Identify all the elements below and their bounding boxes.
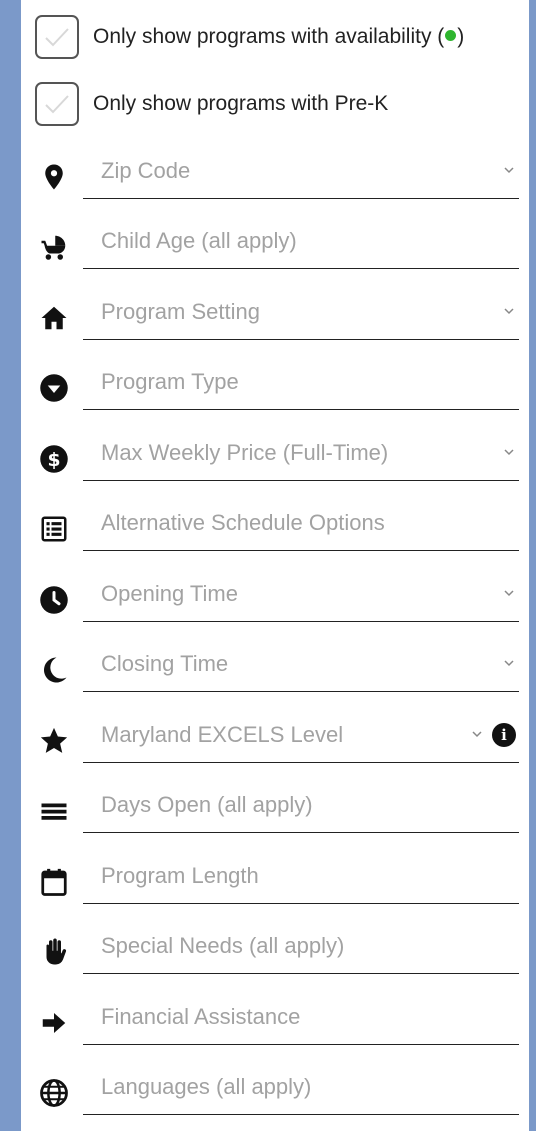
availability-dot-icon bbox=[445, 30, 457, 41]
zip-code-field[interactable]: Zip Code bbox=[21, 142, 529, 212]
field-label: Program Setting bbox=[101, 299, 260, 324]
languages-multiselect[interactable]: Languages (all apply) bbox=[83, 1058, 519, 1115]
field-label: Child Age (all apply) bbox=[101, 228, 297, 253]
checkmark-icon bbox=[45, 95, 69, 114]
location-pin-icon bbox=[37, 160, 71, 194]
program-length-field[interactable]: Program Length bbox=[21, 847, 529, 917]
max-weekly-price-select[interactable]: Max Weekly Price (Full-Time) bbox=[83, 424, 519, 481]
prek-checkbox[interactable] bbox=[35, 82, 79, 126]
arrow-right-icon bbox=[37, 1006, 71, 1040]
checkmark-icon bbox=[45, 28, 69, 47]
closing-time-select[interactable]: Closing Time bbox=[83, 635, 519, 692]
chevron-down-icon bbox=[504, 308, 514, 315]
availability-checkbox-label: Only show programs with availability () bbox=[93, 25, 465, 48]
field-label: Maryland EXCELS Level bbox=[101, 722, 344, 747]
prek-filter-row[interactable]: Only show programs with Pre-K bbox=[35, 82, 388, 126]
opening-time-field[interactable]: Opening Time bbox=[21, 565, 529, 635]
max-weekly-price-field[interactable]: $ Max Weekly Price (Full-Time) bbox=[21, 424, 529, 494]
alternative-schedule-select[interactable]: Alternative Schedule Options bbox=[83, 494, 519, 551]
field-label: Financial Assistance bbox=[101, 1004, 301, 1029]
languages-field[interactable]: Languages (all apply) bbox=[21, 1058, 529, 1128]
list-icon bbox=[37, 512, 71, 546]
program-length-select[interactable]: Program Length bbox=[83, 847, 519, 904]
closing-time-field[interactable]: Closing Time bbox=[21, 635, 529, 705]
field-label: Closing Time bbox=[101, 651, 229, 676]
home-icon bbox=[37, 301, 71, 335]
child-age-multiselect[interactable]: Child Age (all apply) bbox=[83, 212, 519, 269]
moon-icon bbox=[37, 653, 71, 687]
field-label: Languages (all apply) bbox=[101, 1074, 312, 1099]
info-icon[interactable]: i bbox=[492, 723, 516, 747]
dollar-icon: $ bbox=[37, 442, 71, 476]
chevron-down-icon bbox=[504, 590, 514, 597]
opening-time-select[interactable]: Opening Time bbox=[83, 565, 519, 622]
field-label: Zip Code bbox=[101, 158, 191, 183]
prek-checkbox-label: Only show programs with Pre-K bbox=[93, 92, 389, 115]
chevron-down-icon bbox=[472, 731, 482, 738]
field-label: Special Needs (all apply) bbox=[101, 933, 345, 958]
days-open-multiselect[interactable]: Days Open (all apply) bbox=[83, 776, 519, 833]
field-label: Alternative Schedule Options bbox=[101, 510, 385, 535]
bars-icon bbox=[37, 794, 71, 828]
financial-assistance-select[interactable]: Financial Assistance bbox=[83, 988, 519, 1045]
availability-checkbox[interactable] bbox=[35, 15, 79, 59]
stroller-icon bbox=[37, 230, 71, 264]
chevron-down-icon bbox=[504, 660, 514, 667]
field-label: Program Length bbox=[101, 863, 259, 888]
field-label: Program Type bbox=[101, 369, 239, 394]
alternative-schedule-field[interactable]: Alternative Schedule Options bbox=[21, 494, 529, 564]
child-age-field[interactable]: Child Age (all apply) bbox=[21, 212, 529, 282]
program-setting-select[interactable]: Program Setting bbox=[83, 283, 519, 340]
search-filters-panel: Only show programs with availability () … bbox=[21, 0, 529, 1131]
program-setting-field[interactable]: Program Setting bbox=[21, 283, 529, 353]
chevron-down-icon bbox=[504, 167, 514, 174]
globe-icon bbox=[37, 1076, 71, 1110]
program-type-field[interactable]: Program Type bbox=[21, 353, 529, 423]
star-icon bbox=[37, 724, 71, 758]
program-type-select[interactable]: Program Type bbox=[83, 353, 519, 410]
chevron-down-icon bbox=[504, 449, 514, 456]
maryland-excels-field[interactable]: Maryland EXCELS Level i bbox=[21, 706, 529, 776]
days-open-field[interactable]: Days Open (all apply) bbox=[21, 776, 529, 846]
field-label: Max Weekly Price (Full-Time) bbox=[101, 440, 389, 465]
zip-code-select[interactable]: Zip Code bbox=[83, 142, 519, 199]
svg-text:$: $ bbox=[47, 450, 60, 471]
hand-icon bbox=[37, 935, 71, 969]
financial-assistance-field[interactable]: Financial Assistance bbox=[21, 988, 529, 1058]
caret-circle-icon bbox=[37, 371, 71, 405]
availability-filter-row[interactable]: Only show programs with availability () bbox=[35, 15, 464, 59]
special-needs-field[interactable]: Special Needs (all apply) bbox=[21, 917, 529, 987]
clock-icon bbox=[37, 583, 71, 617]
maryland-excels-select[interactable]: Maryland EXCELS Level i bbox=[83, 706, 519, 763]
field-label: Days Open (all apply) bbox=[101, 792, 313, 817]
calendar-icon bbox=[37, 865, 71, 899]
special-needs-multiselect[interactable]: Special Needs (all apply) bbox=[83, 917, 519, 974]
field-label: Opening Time bbox=[101, 581, 238, 606]
